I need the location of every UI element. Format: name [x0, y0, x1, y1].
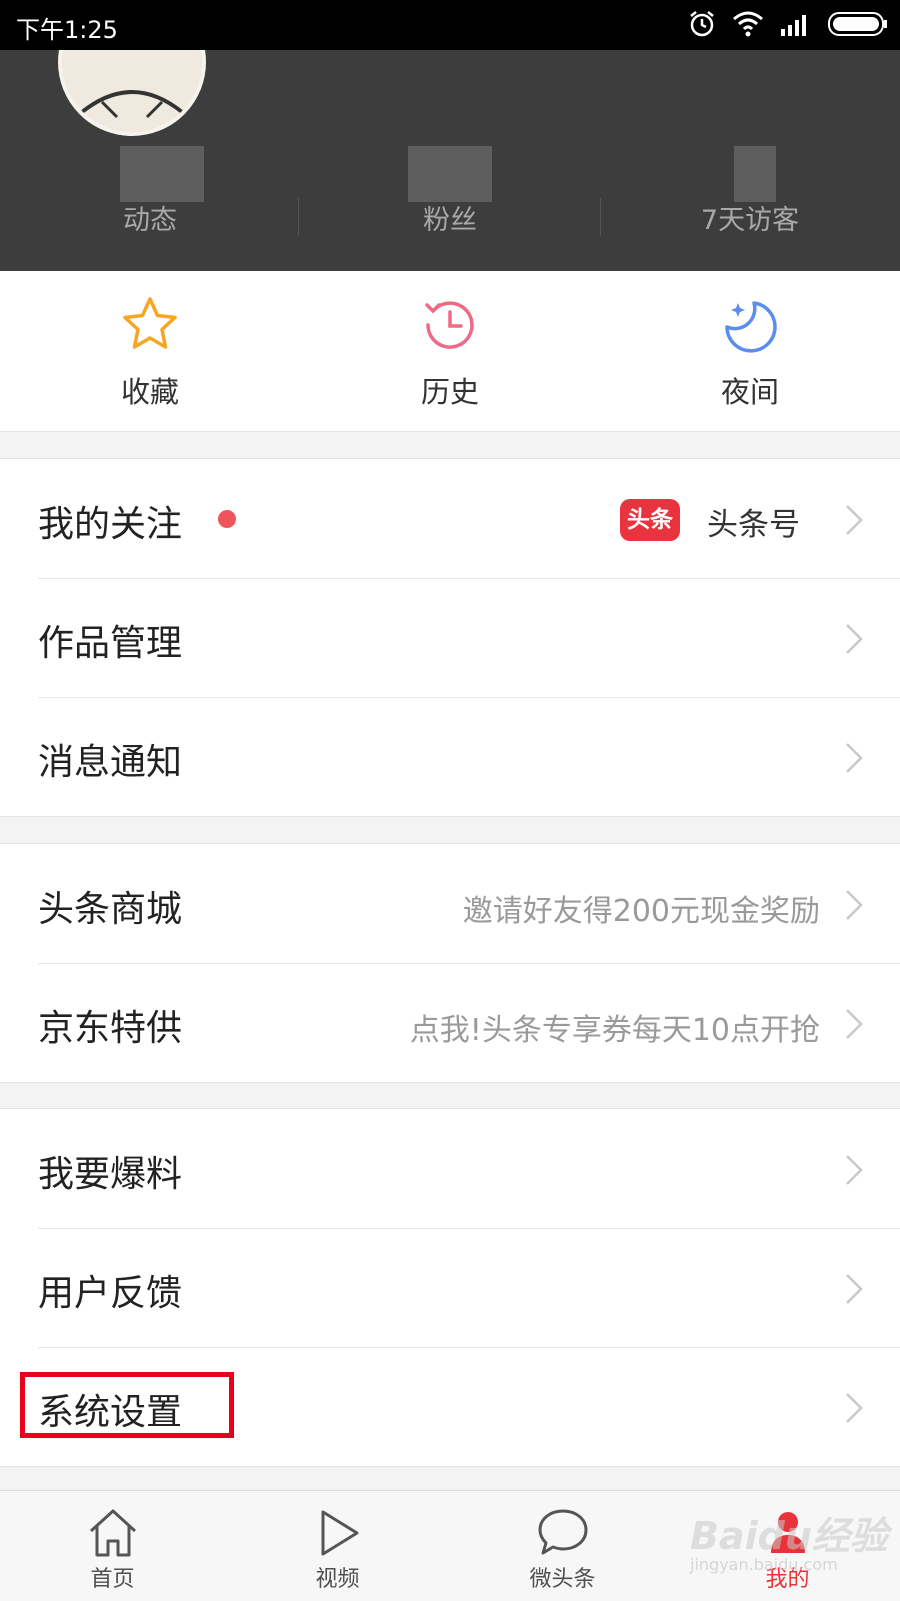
chevron-right-icon — [846, 743, 863, 773]
tab-micro-headline[interactable]: 微头条 — [450, 1491, 675, 1601]
chevron-right-icon — [846, 1155, 863, 1185]
toutiao-badge: 头条 — [620, 499, 680, 541]
night-mode-button[interactable]: 夜间 — [600, 271, 900, 431]
toutiao-account-label: 头条号 — [707, 507, 800, 543]
menu-item-jd-special[interactable]: 京东特供 点我!头条专享券每天10点开抢 — [0, 963, 900, 1082]
tab-video[interactable]: 视频 — [225, 1491, 450, 1601]
history-clock-icon — [425, 301, 474, 349]
tab-label: 视频 — [315, 1567, 360, 1592]
status-bar: 下午1:25 — [0, 0, 900, 50]
stat-label: 粉丝 — [423, 205, 477, 236]
tab-label: 首页 — [90, 1567, 135, 1592]
profile-header: 动态 粉丝 7天访客 — [0, 50, 900, 271]
home-icon — [89, 1509, 137, 1557]
status-icons — [688, 10, 888, 38]
night-mode-label: 夜间 — [720, 375, 779, 409]
watermark-brand: Baidu经验 — [690, 1514, 888, 1558]
stat-fans[interactable]: 粉丝 — [300, 138, 600, 258]
stat-label: 7天访客 — [700, 205, 800, 236]
menu-item-label: 我的关注 — [38, 504, 183, 545]
stat-label: 动态 — [123, 205, 177, 236]
menu-item-label: 用户反馈 — [38, 1273, 183, 1314]
star-icon — [123, 297, 177, 349]
favorites-button[interactable]: 收藏 — [0, 271, 300, 431]
settings-highlight-box — [20, 1372, 234, 1438]
history-label: 历史 — [420, 375, 479, 409]
profile-stats: 动态 粉丝 7天访客 — [0, 138, 900, 258]
menu-item-report-news[interactable]: 我要爆料 — [0, 1109, 900, 1228]
chat-bubble-icon — [538, 1509, 588, 1555]
alarm-icon — [690, 11, 714, 37]
moon-icon — [725, 301, 777, 353]
tab-home[interactable]: 首页 — [0, 1491, 225, 1601]
stat-value-blurred — [734, 146, 776, 202]
menu-item-label: 作品管理 — [38, 623, 183, 664]
menu-item-label: 消息通知 — [38, 742, 183, 783]
chevron-right-icon — [846, 1393, 863, 1423]
menu-item-following[interactable]: 我的关注 头条 头条号 — [0, 459, 900, 578]
chevron-right-icon — [846, 1009, 863, 1039]
stat-visitors[interactable]: 7天访客 — [600, 138, 900, 258]
quick-actions: 收藏 历史 夜间 — [0, 271, 900, 432]
chevron-right-icon — [846, 1274, 863, 1304]
stat-value-blurred — [408, 146, 492, 202]
favorites-label: 收藏 — [120, 375, 179, 409]
notice-dot — [218, 510, 236, 528]
history-button[interactable]: 历史 — [300, 271, 600, 431]
menu-item-feedback[interactable]: 用户反馈 — [0, 1228, 900, 1347]
chevron-right-icon — [846, 505, 863, 535]
tab-label: 微头条 — [529, 1567, 596, 1592]
watermark-url: jingyan.baidu.com — [690, 1555, 838, 1574]
chevron-right-icon — [846, 624, 863, 654]
chevron-right-icon — [846, 890, 863, 920]
battery-icon — [828, 12, 887, 36]
status-time: 下午1:25 — [16, 16, 118, 44]
menu-item-mall[interactable]: 头条商城 邀请好友得200元现金奖励 — [0, 844, 900, 963]
stat-value-blurred — [120, 146, 204, 202]
menu-item-label: 我要爆料 — [38, 1154, 183, 1195]
menu-item-works[interactable]: 作品管理 — [0, 578, 900, 697]
wifi-icon — [733, 11, 763, 37]
play-icon — [321, 1510, 359, 1556]
menu-item-promo: 邀请好友得200元现金奖励 — [462, 894, 820, 929]
stat-posts[interactable]: 动态 — [0, 138, 300, 258]
signal-icon — [781, 15, 806, 36]
menu-item-notifications[interactable]: 消息通知 — [0, 697, 900, 816]
stat-divider — [600, 198, 601, 236]
menu-item-label: 京东特供 — [38, 1008, 183, 1049]
menu-item-label: 头条商城 — [38, 889, 183, 930]
stat-divider — [298, 198, 299, 236]
menu-item-promo: 点我!头条专享券每天10点开抢 — [409, 1013, 820, 1048]
menu-group-shopping: 头条商城 邀请好友得200元现金奖励 京东特供 点我!头条专享券每天10点开抢 — [0, 843, 900, 1083]
menu-group-account: 我的关注 头条 头条号 作品管理 消息通知 — [0, 458, 900, 817]
